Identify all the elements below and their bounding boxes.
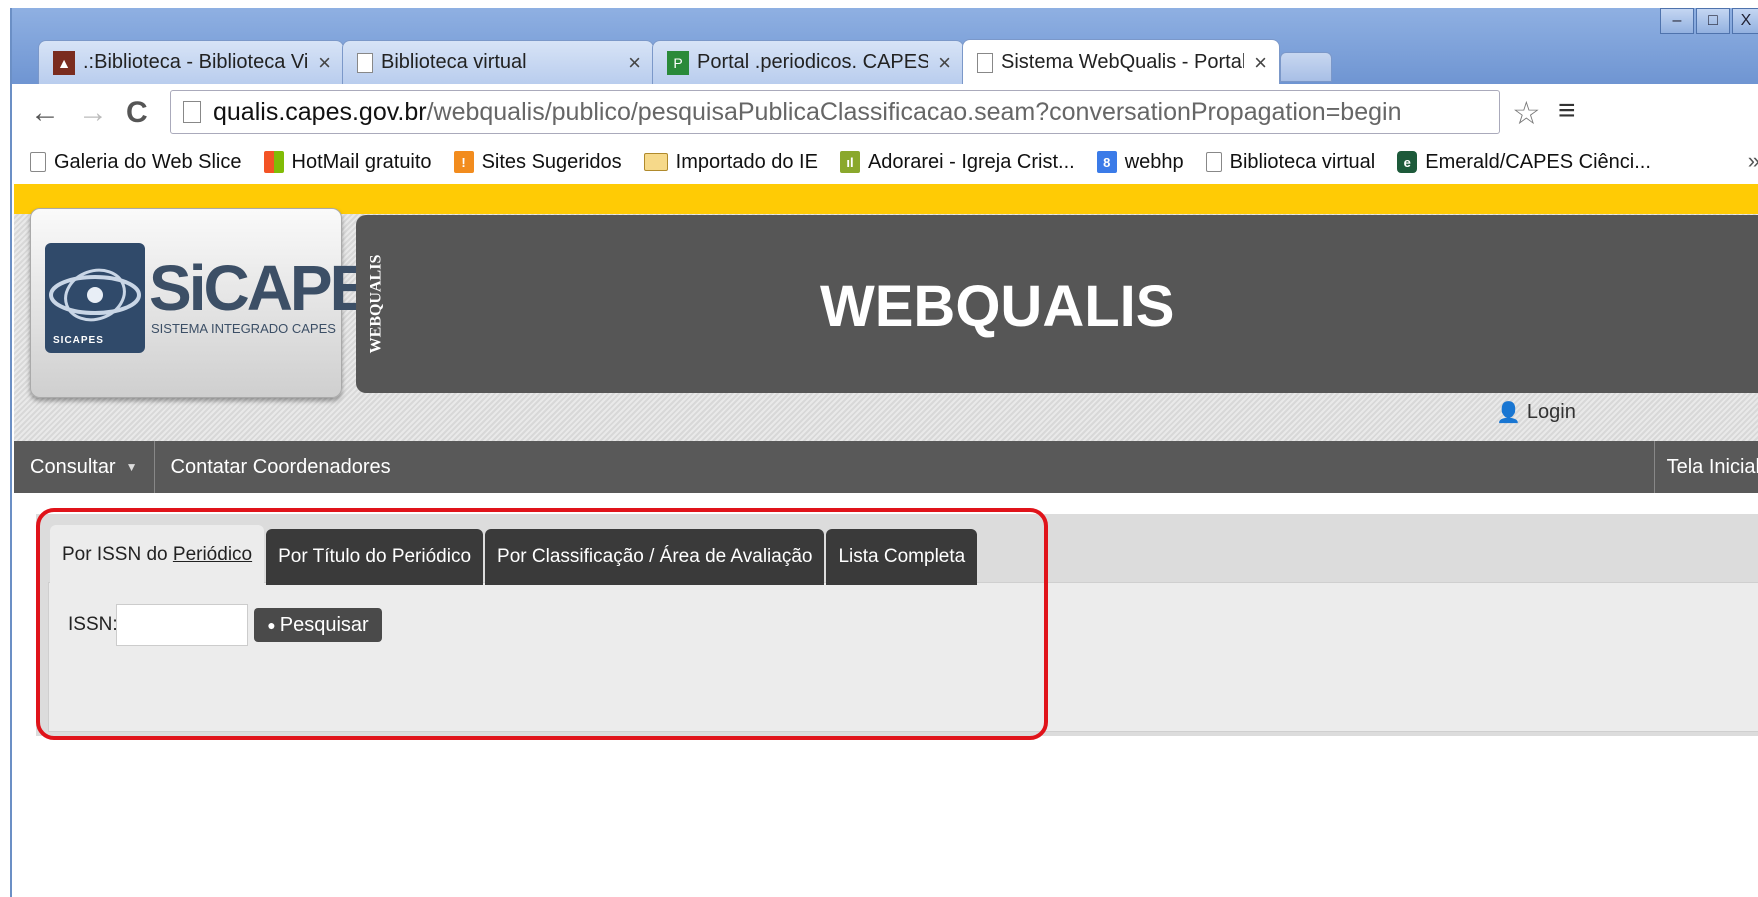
emerald-icon: e	[1397, 151, 1418, 173]
forward-button[interactable]: →	[78, 96, 108, 130]
bookmark-importado-ie[interactable]: Importado do IE	[643, 151, 818, 174]
banner-title: WEBQUALIS	[820, 274, 1175, 339]
more-bookmarks-icon[interactable]: »	[1748, 148, 1758, 174]
url-path: /webqualis/publico/pesquisaPublicaClassi…	[426, 97, 1402, 126]
bookmark-adorarei[interactable]: ıl Adorarei - Igreja Crist...	[839, 151, 1075, 174]
minimize-button[interactable]: –	[1660, 8, 1694, 34]
portal-icon: P	[667, 50, 689, 75]
browser-menu-icon[interactable]: ≡	[1558, 94, 1576, 128]
tab-strip: ▲ .:Biblioteca - Biblioteca Virtual × Bi…	[12, 8, 1758, 85]
browser-window: ▲ .:Biblioteca - Biblioteca Virtual × Bi…	[10, 8, 1758, 897]
tab-biblioteca-virtual[interactable]: Biblioteca virtual ×	[342, 40, 654, 84]
login-link[interactable]: 👤 Login	[1496, 400, 1576, 425]
page-icon	[1205, 152, 1222, 172]
close-icon[interactable]: ×	[1254, 50, 1267, 76]
window-controls: – □ X	[1658, 8, 1758, 34]
maximize-button[interactable]: □	[1696, 8, 1730, 34]
menu-consultar[interactable]: Consultar ▼	[14, 441, 155, 493]
windows-icon	[263, 151, 284, 173]
close-icon[interactable]: ×	[938, 50, 951, 76]
folder-icon	[643, 153, 668, 171]
bookmarks-bar: Galeria do Web Slice HotMail gratuito ! S…	[12, 140, 1758, 184]
logo-small-text: SICAPES	[53, 335, 104, 346]
sicapes-logo[interactable]: SICAPES SiCAPES SISTEMA INTEGRADO CAPES	[30, 208, 412, 398]
bookmark-emerald[interactable]: e Emerald/CAPES Ciênci...	[1397, 151, 1651, 174]
chevron-down-icon: ▼	[125, 460, 138, 474]
chart-icon: ıl	[839, 151, 860, 173]
reload-button[interactable]: C	[126, 96, 148, 130]
highlight-annotation	[36, 508, 1048, 740]
close-window-button[interactable]: X	[1732, 8, 1758, 34]
back-button[interactable]: ←	[30, 96, 60, 130]
tab-webqualis[interactable]: Sistema WebQualis - Portal C ×	[962, 39, 1280, 85]
menu-contatar-coordenadores[interactable]: Contatar Coordenadores	[155, 441, 407, 493]
close-icon[interactable]: ×	[318, 50, 331, 76]
webqualis-banner: WEBQUALIS WEBQUALIS	[356, 215, 1758, 393]
bookmark-sites-sugeridos[interactable]: ! Sites Sugeridos	[453, 151, 622, 174]
bookmark-webhp[interactable]: 8 webhp	[1096, 151, 1184, 174]
url-host: qualis.capes.gov.br	[213, 97, 427, 126]
bulb-icon: !	[453, 151, 474, 173]
page-icon	[357, 52, 373, 73]
menu-tela-inicial[interactable]: Tela Inicial	[1653, 441, 1758, 493]
close-icon[interactable]: ×	[628, 50, 641, 76]
google-icon: 8	[1096, 151, 1117, 173]
bookmark-hotmail[interactable]: HotMail gratuito	[263, 151, 432, 174]
new-tab-button[interactable]	[1280, 52, 1332, 82]
address-bar[interactable]: qualis.capes.gov.br/webqualis/publico/pe…	[170, 90, 1500, 134]
banner-side-label: WEBQUALIS	[367, 254, 385, 354]
site-icon: ▲	[53, 50, 75, 75]
tab-portal-periodicos[interactable]: P Portal .periodicos. CAPES ×	[652, 40, 964, 84]
browser-toolbar: ← → C qualis.capes.gov.br/webqualis/publ…	[12, 84, 1758, 140]
logo-subtitle: SISTEMA INTEGRADO CAPES	[151, 321, 336, 336]
page-icon	[183, 101, 201, 123]
page-icon	[977, 52, 993, 73]
tab-biblioteca-virtual-site[interactable]: ▲ .:Biblioteca - Biblioteca Virtual ×	[38, 40, 344, 84]
bookmark-biblioteca-virtual[interactable]: Biblioteca virtual	[1205, 151, 1375, 174]
bookmark-star-icon[interactable]: ☆	[1512, 94, 1541, 132]
bookmark-galeria[interactable]: Galeria do Web Slice	[30, 151, 242, 174]
main-menu: Consultar ▼ Contatar Coordenadores Tela …	[14, 441, 1758, 493]
page-icon	[30, 152, 46, 172]
user-icon: 👤	[1496, 402, 1521, 424]
